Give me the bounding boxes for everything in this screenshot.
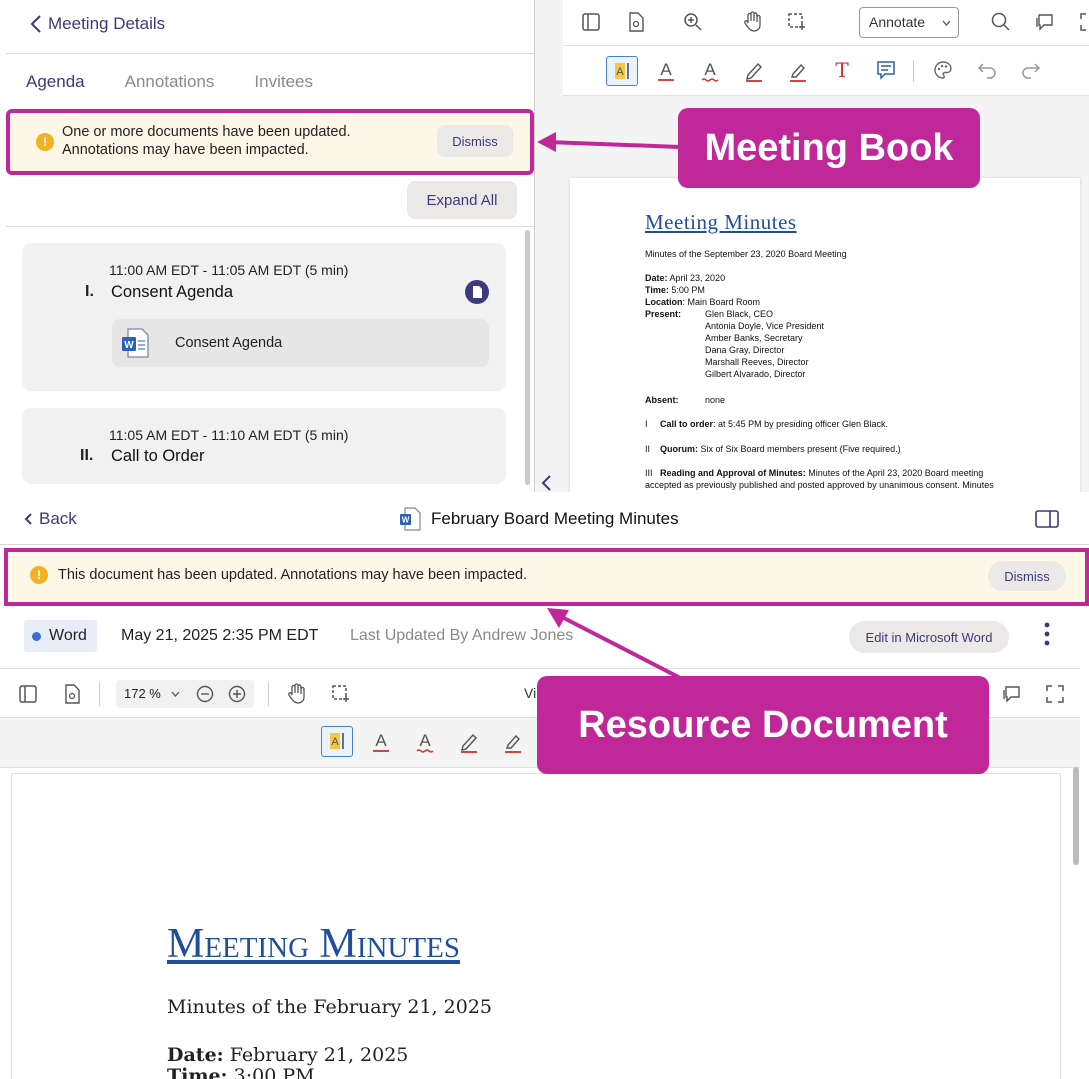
meeting-book-callout: Meeting Book bbox=[678, 108, 980, 188]
resource-document-callout: Resource Document bbox=[537, 676, 989, 774]
